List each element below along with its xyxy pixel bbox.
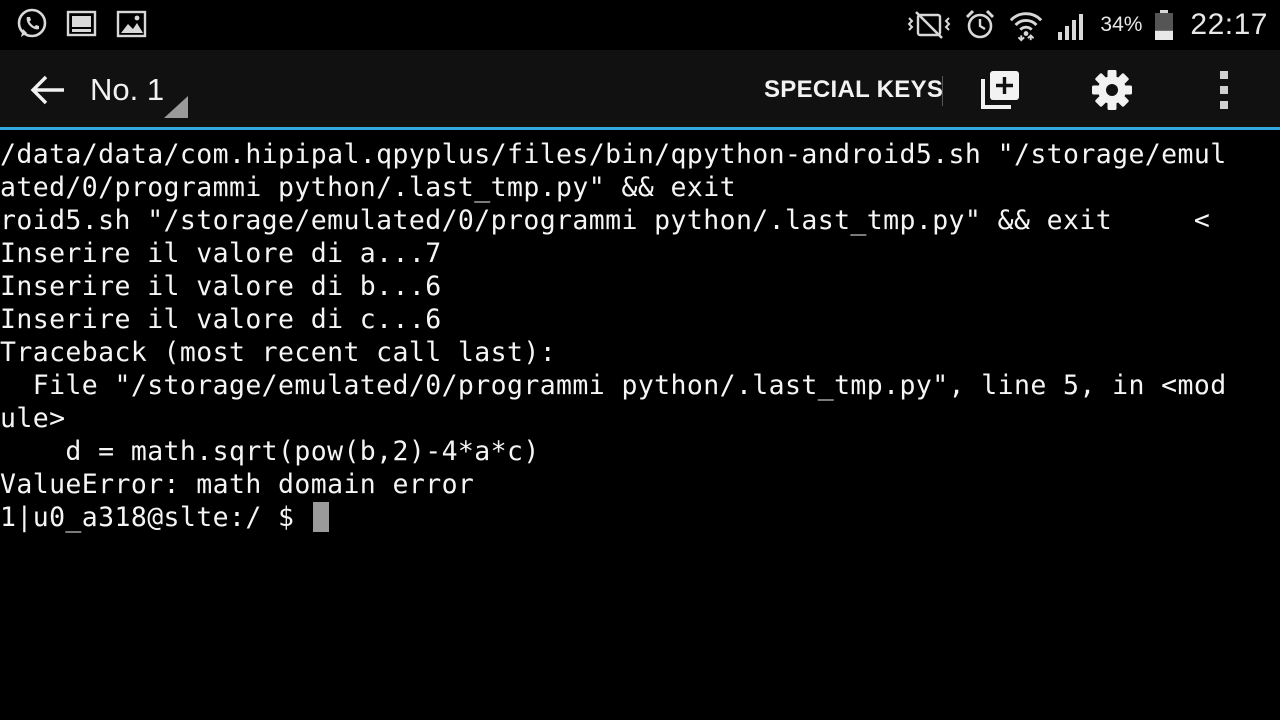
- terminal-output[interactable]: /data/data/com.hipipal.qpyplus/files/bin…: [0, 138, 1280, 720]
- wifi-icon: [1008, 7, 1044, 43]
- action-bar-divider: [942, 76, 943, 106]
- new-window-button[interactable]: [976, 67, 1024, 113]
- dropdown-triangle-icon: [164, 96, 188, 118]
- add-window-icon: [981, 71, 1019, 109]
- status-bar: 34% 22:17: [0, 0, 1280, 50]
- signal-icon: [1054, 7, 1090, 43]
- terminal-line: File "/storage/emulated/0/programmi pyth…: [0, 370, 1227, 401]
- battery-icon: [1152, 7, 1176, 43]
- arrow-left-icon: [30, 75, 64, 105]
- clock: 22:17: [1190, 8, 1268, 41]
- terminal-line: ule>: [0, 403, 66, 434]
- battery-percentage: 34%: [1100, 13, 1143, 36]
- vibrate-mute-icon: [906, 7, 952, 43]
- terminal-line: Inserire il valore di c...6: [0, 304, 442, 335]
- gear-icon: [1092, 70, 1132, 110]
- screen-icon: [64, 6, 100, 42]
- shell-prompt: 1|u0_a318@slte:/ $: [0, 502, 311, 533]
- terminal-line: ated/0/programmi python/.last_tmp.py" &&…: [0, 172, 736, 203]
- special-keys-button[interactable]: SPECIAL KEYS: [758, 72, 949, 108]
- more-vertical-icon: [1220, 71, 1228, 109]
- prompt-line[interactable]: 1|u0_a318@slte:/ $: [0, 501, 1280, 534]
- terminal-line: Inserire il valore di a...7: [0, 238, 442, 269]
- back-button[interactable]: [24, 68, 72, 112]
- terminal-line: d = math.sqrt(pow(b,2)-4*a*c): [0, 436, 540, 467]
- terminal-line: roid5.sh "/storage/emulated/0/programmi …: [0, 205, 1211, 236]
- terminal-line: Inserire il valore di b...6: [0, 271, 442, 302]
- whatsapp-icon: [14, 6, 50, 42]
- terminal-line: ValueError: math domain error: [0, 469, 475, 500]
- terminal-line: /data/data/com.hipipal.qpyplus/files/bin…: [0, 139, 1227, 170]
- text-cursor: [312, 502, 329, 532]
- gallery-icon: [114, 6, 150, 42]
- terminal-line: Traceback (most recent call last):: [0, 337, 557, 368]
- session-title[interactable]: No. 1: [90, 70, 164, 110]
- overflow-menu-button[interactable]: [1200, 67, 1248, 113]
- system-indicators: 34% 22:17: [906, 4, 1268, 46]
- action-bar: No. 1 SPECIAL KEYS: [0, 50, 1280, 130]
- alarm-icon: [962, 7, 998, 43]
- settings-button[interactable]: [1088, 67, 1136, 113]
- notification-icons: [14, 6, 150, 42]
